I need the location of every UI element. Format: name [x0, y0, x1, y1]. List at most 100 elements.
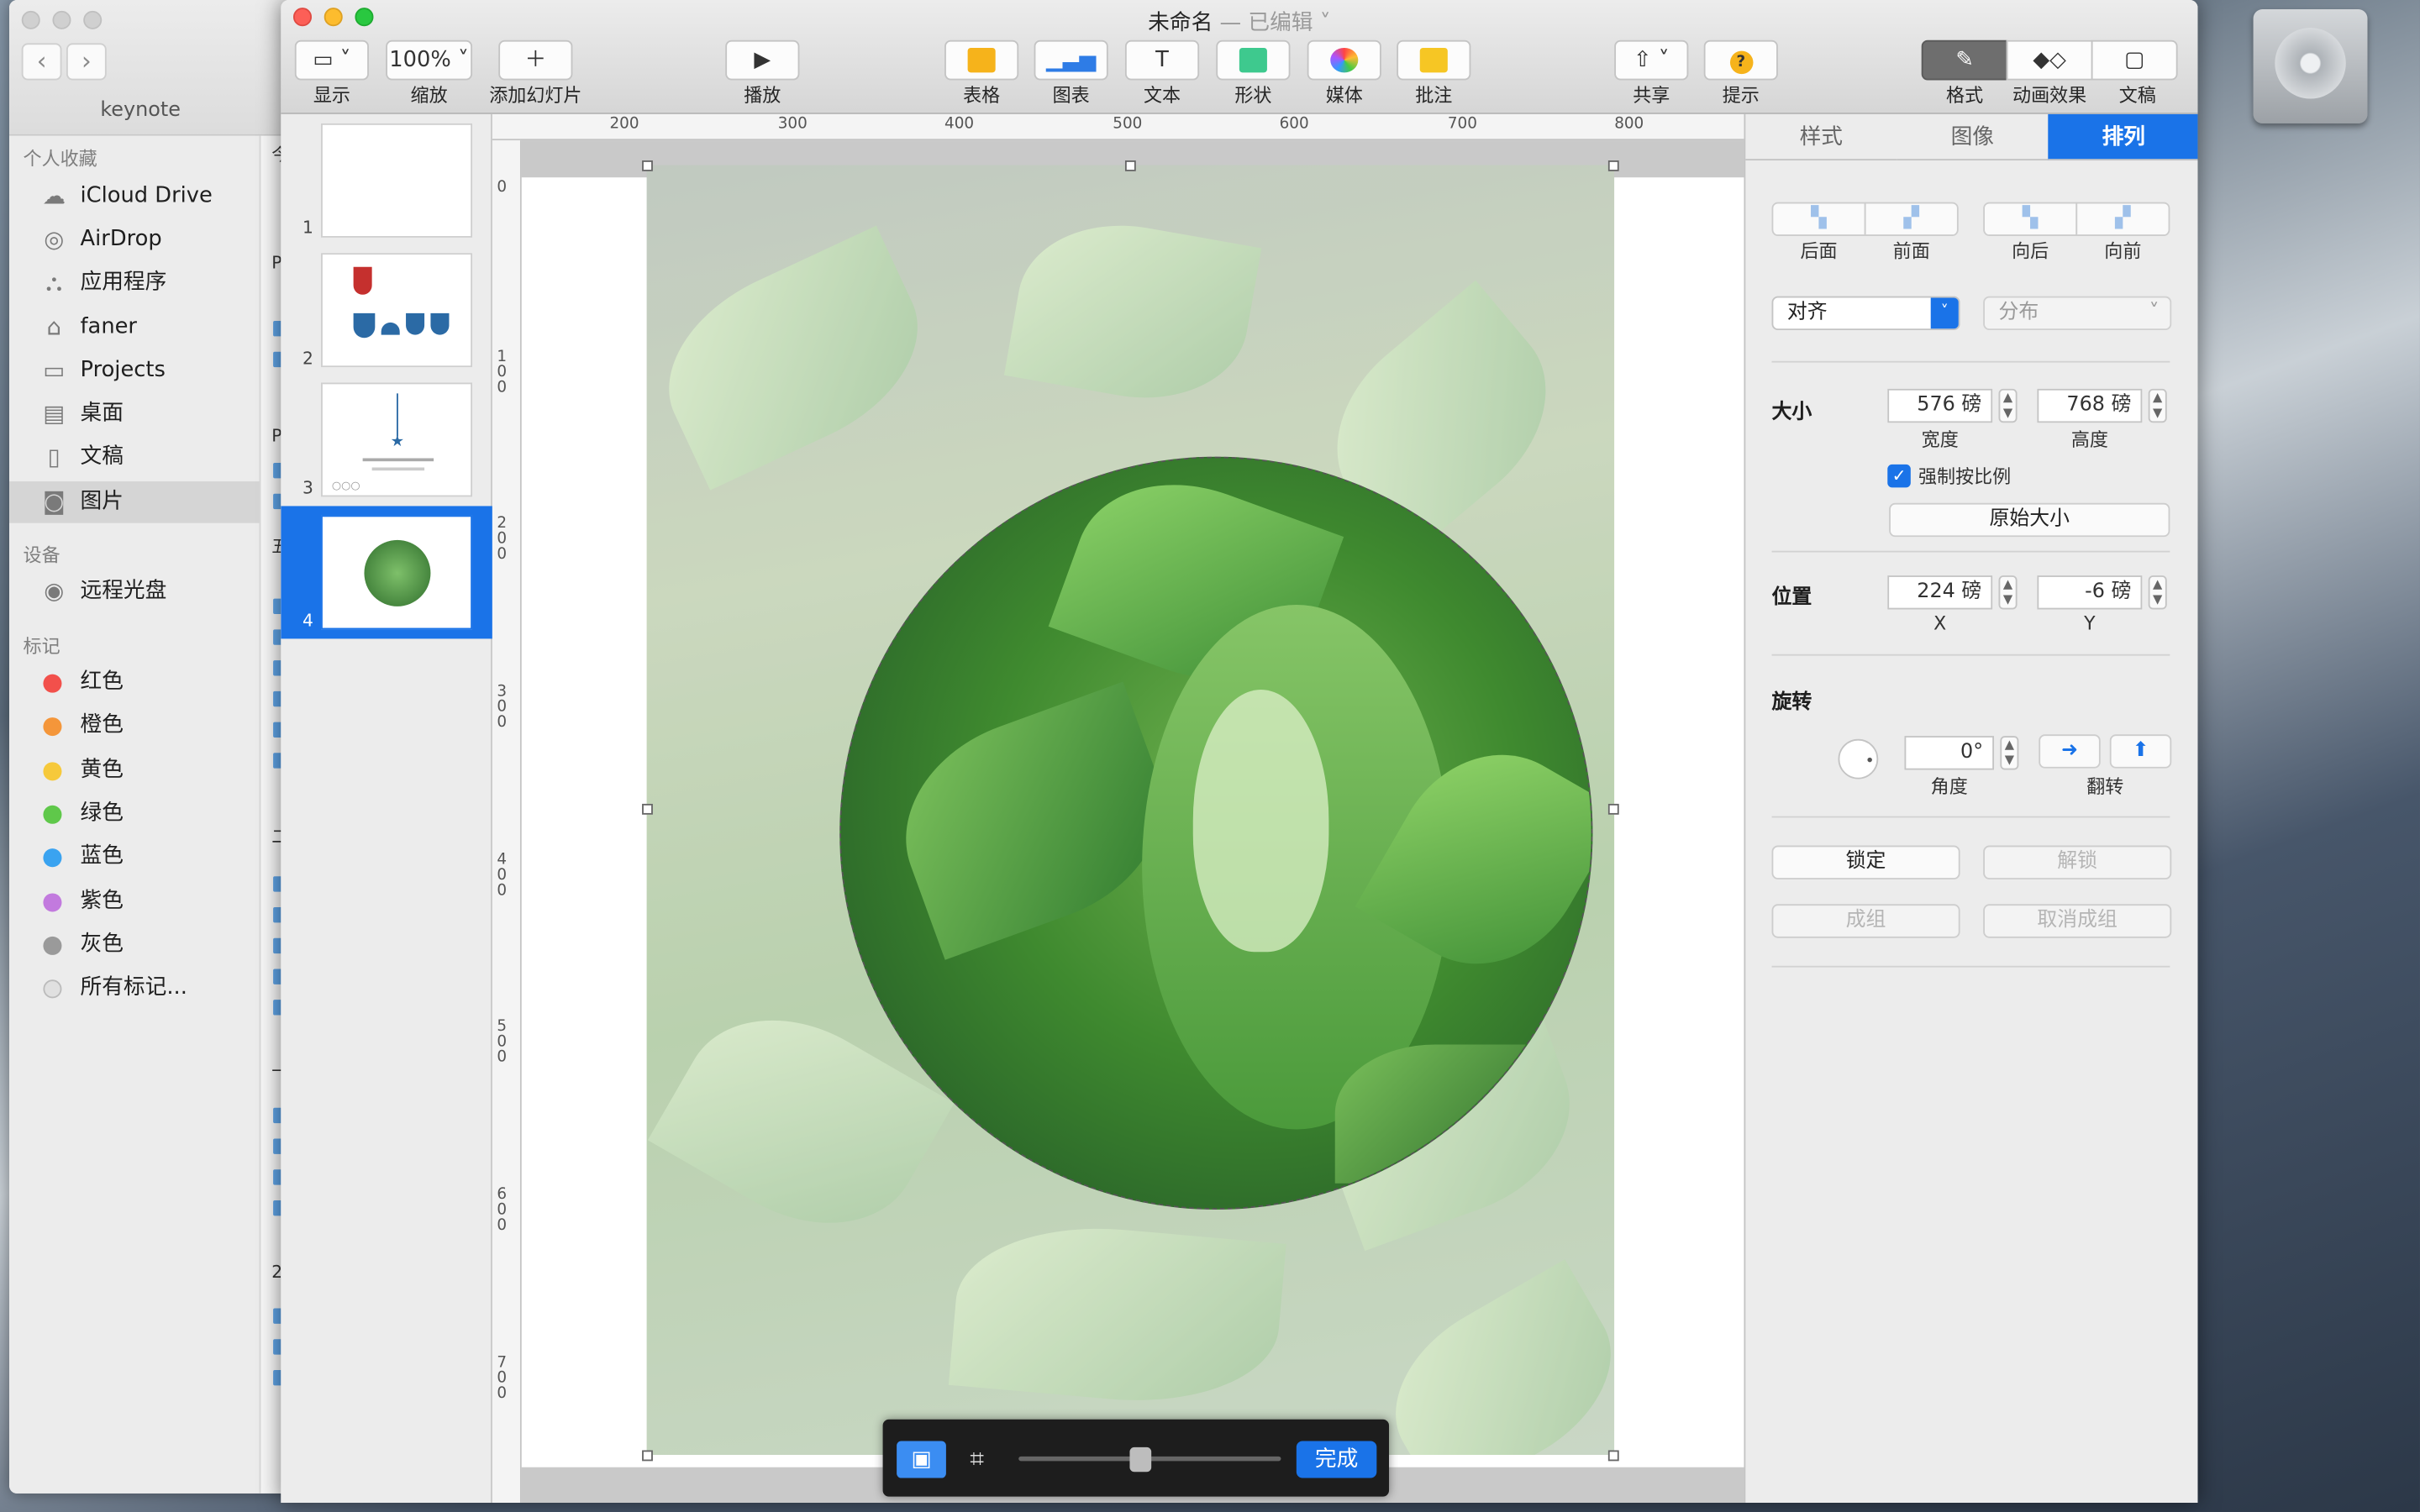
width-stepper[interactable]: ▲ ▼: [1998, 388, 2018, 423]
slider-knob[interactable]: [1129, 1446, 1151, 1473]
chart-button[interactable]: ▁▃▅: [1034, 39, 1108, 81]
zoom-icon[interactable]: [83, 10, 103, 29]
x-stepper[interactable]: ▲ ▼: [1998, 575, 2018, 610]
distribute-select: 分布 ˅: [1983, 296, 2172, 331]
rotation-wheel[interactable]: [1838, 738, 1879, 780]
angle-field[interactable]: 0°: [1904, 736, 1995, 770]
group-button: 成组: [1771, 904, 1960, 938]
x-position-field[interactable]: 224 磅: [1887, 575, 1993, 610]
forward-label: 向前: [2104, 240, 2142, 263]
thumbnail-shape: [353, 312, 376, 339]
minimize-icon[interactable]: [52, 10, 71, 29]
resize-handle[interactable]: [642, 160, 653, 171]
sidebar-item-projects[interactable]: ▭ Projects: [9, 350, 260, 392]
slide-thumbnail-3[interactable]: ★ ○○○: [321, 382, 473, 497]
arrow-right-icon: ➜: [2060, 738, 2079, 763]
sidebar-tag-green[interactable]: 绿色: [9, 793, 260, 835]
add-slide-button[interactable]: ＋: [498, 39, 573, 81]
width-field[interactable]: 576 磅: [1887, 388, 1993, 423]
sidebar-tag-gray[interactable]: 灰色: [9, 924, 260, 966]
done-button[interactable]: 完成: [1296, 1441, 1377, 1478]
tips-button[interactable]: ?: [1703, 39, 1778, 81]
resize-handle[interactable]: [1124, 160, 1136, 171]
finder-window: ‹ › keynote 个人收藏 ☁ iCloud Drive ◎ AirDrop …: [9, 0, 302, 1494]
angle-stepper[interactable]: ▲ ▼: [2000, 736, 2019, 770]
back-layer-label: 后面: [1800, 240, 1838, 263]
flip-horizontal-button[interactable]: ➜: [2039, 734, 2101, 769]
sidebar-item-icloud[interactable]: ☁ iCloud Drive: [9, 176, 260, 218]
front-layer-button[interactable]: ▞: [1864, 202, 1959, 237]
remote-disc-desktop-icon[interactable]: [2253, 9, 2368, 123]
sidebar-item-documents[interactable]: ▯ 文稿: [9, 437, 260, 479]
circle-mask[interactable]: [839, 456, 1593, 1210]
backward-button[interactable]: ▚: [1983, 202, 2078, 237]
sidebar-tag-red[interactable]: 红色: [9, 662, 260, 704]
sidebar-item-remote-disc[interactable]: ◉ 远程光盘: [9, 571, 260, 613]
height-field[interactable]: 768 磅: [2037, 388, 2143, 423]
shape-icon: [1239, 47, 1267, 73]
sidebar-item-home[interactable]: ⌂ faner: [9, 307, 260, 349]
sidebar-tag-blue[interactable]: 蓝色: [9, 836, 260, 878]
edit-mask-button[interactable]: ⌗: [952, 1441, 1002, 1478]
align-select[interactable]: 对齐 ˅: [1771, 296, 1960, 331]
view-button[interactable]: ▭ ˅: [294, 39, 369, 81]
resize-handle[interactable]: [1607, 1450, 1619, 1462]
forward-button[interactable]: ▞: [2075, 202, 2170, 237]
play-button[interactable]: ▶: [725, 39, 800, 81]
layer-back-icon: ▚: [1811, 207, 1827, 230]
document-button[interactable]: ▢: [2091, 39, 2178, 81]
table-button[interactable]: [944, 39, 1019, 81]
lock-button[interactable]: 锁定: [1771, 845, 1960, 879]
sidebar-tag-purple[interactable]: 紫色: [9, 881, 260, 923]
comment-button[interactable]: [1397, 39, 1471, 81]
media-button[interactable]: [1307, 39, 1381, 81]
zoom-select[interactable]: 100% ˅: [386, 39, 473, 81]
sidebar-item-desktop[interactable]: ▤ 桌面: [9, 393, 260, 435]
sidebar-item-airdrop[interactable]: ◎ AirDrop: [9, 219, 260, 261]
slide-thumbnail-4[interactable]: [321, 515, 473, 630]
angle-label: 角度: [1930, 775, 1968, 798]
close-icon[interactable]: [21, 10, 40, 29]
resize-handle[interactable]: [642, 1450, 653, 1462]
format-button[interactable]: ✎: [1921, 39, 2008, 81]
slide-thumbnail-2[interactable]: [321, 253, 473, 368]
chevron-down-icon[interactable]: ˅: [1313, 11, 1331, 35]
back-button[interactable]: ‹: [21, 43, 62, 81]
x-label: X: [1933, 612, 1947, 634]
sidebar-item-pictures[interactable]: ◙ 图片: [9, 481, 260, 523]
slide-thumbnail-1[interactable]: [321, 123, 473, 238]
slide-canvas[interactable]: [521, 140, 1744, 1503]
y-position-field[interactable]: -6 磅: [2037, 575, 2143, 610]
sidebar-item-applications[interactable]: ⛬ 应用程序: [9, 262, 260, 304]
share-button[interactable]: ⇧ ˅: [1614, 39, 1689, 81]
y-stepper[interactable]: ▲ ▼: [2148, 575, 2167, 610]
align-value: 对齐: [1786, 301, 1828, 324]
resize-handle[interactable]: [1607, 803, 1619, 815]
tab-style[interactable]: 样式: [1745, 114, 1897, 161]
tab-image[interactable]: 图像: [1897, 114, 2049, 161]
original-size-button[interactable]: 原始大小: [1889, 502, 2170, 538]
star-icon: ★: [390, 433, 405, 451]
play-label: 播放: [744, 85, 781, 107]
shape-button[interactable]: [1216, 39, 1291, 81]
masked-photo[interactable]: [646, 165, 1615, 1456]
sidebar-tag-orange[interactable]: 橙色: [9, 705, 260, 747]
forward-button[interactable]: ›: [66, 43, 107, 81]
text-button[interactable]: T: [1124, 39, 1200, 81]
resize-handle[interactable]: [1607, 160, 1619, 171]
edit-image-button[interactable]: ▣: [897, 1441, 946, 1478]
back-layer-button[interactable]: ▚: [1771, 202, 1866, 237]
sidebar-tag-all[interactable]: 所有标记...: [9, 968, 260, 1010]
unlock-button: 解锁: [1983, 845, 2172, 879]
rotate-section-label: 旋转: [1771, 690, 1812, 715]
height-stepper[interactable]: ▲ ▼: [2148, 388, 2167, 423]
divider: [1771, 360, 2170, 363]
sidebar-tag-yellow[interactable]: 黄色: [9, 750, 260, 792]
animate-button[interactable]: ◆◇: [2006, 39, 2093, 81]
constrain-proportions-checkbox[interactable]: ✓: [1887, 464, 1911, 488]
desktop-icon: ▤: [43, 399, 66, 428]
tab-arrange[interactable]: 排列: [2048, 113, 2198, 161]
ruler-tick-label: 300: [497, 683, 508, 732]
resize-handle[interactable]: [642, 803, 653, 815]
flip-vertical-button[interactable]: ⬆: [2109, 734, 2172, 769]
